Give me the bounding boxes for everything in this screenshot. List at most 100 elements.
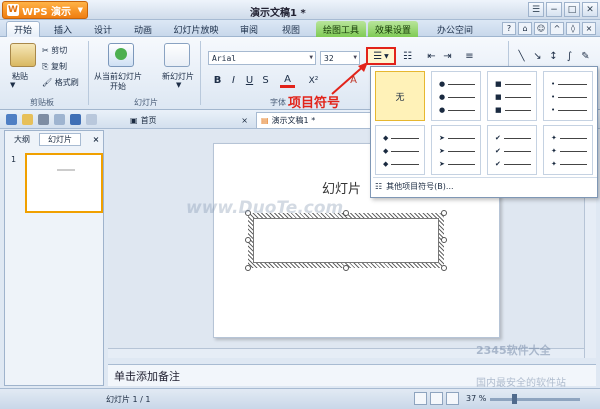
ribbon-restore-icon[interactable]: ◊	[566, 22, 580, 35]
divider	[373, 177, 597, 178]
minimize-button[interactable]: −	[546, 2, 562, 17]
resize-handle[interactable]	[343, 210, 349, 216]
slide-thumbnail[interactable]	[25, 153, 103, 213]
tab-slides[interactable]: 幻灯片	[39, 133, 81, 146]
bold-button[interactable]: B	[210, 73, 225, 88]
bullets-dropdown: 无 ● ● ● ■ ■ ■ • • • ◆ ◆ ◆ ➤ ➤ ➤ ✔ ✔ ✔ ✦ …	[370, 66, 598, 198]
resize-handle[interactable]	[245, 237, 251, 243]
format-painter-button[interactable]: 🖌 格式刷	[42, 77, 79, 88]
superscript-button[interactable]: X²	[306, 73, 321, 88]
resize-handle[interactable]	[441, 210, 447, 216]
tab-design[interactable]: 设计	[86, 21, 120, 37]
double-arrow-shape-icon[interactable]: ↕	[546, 49, 561, 64]
chevron-down-icon: ▼	[77, 6, 83, 14]
bullet-style-filled-square[interactable]: ■ ■ ■	[487, 71, 537, 121]
home-icon[interactable]: ⌂	[518, 22, 532, 35]
slideshow-view-button[interactable]	[446, 392, 459, 405]
freeform-shape-icon[interactable]: ✎	[578, 49, 593, 64]
increase-indent-icon[interactable]: ⇥	[440, 49, 455, 64]
decrease-indent-icon[interactable]: ⇤	[424, 49, 439, 64]
line-shape-icon[interactable]: ╲	[514, 49, 529, 64]
bullet-style-filled-circle[interactable]: ● ● ●	[431, 71, 481, 121]
play-icon	[115, 48, 127, 60]
save-icon[interactable]	[6, 114, 17, 125]
wps-menu-button[interactable]: W WPS 演示 ▼	[2, 1, 88, 19]
tab-office-space[interactable]: 办公空间	[430, 21, 480, 37]
format-painter-label: 格式刷	[54, 78, 79, 87]
bullet-style-diamond[interactable]: ◆ ◆ ◆	[375, 125, 425, 175]
slides-group-label: 幻灯片	[134, 98, 158, 107]
bullet-style-star[interactable]: ✦ ✦ ✦	[543, 125, 593, 175]
normal-view-button[interactable]	[414, 392, 427, 405]
divider	[88, 41, 89, 105]
start-label[interactable]: 开始	[110, 81, 126, 92]
user-icon[interactable]: ☺	[534, 22, 548, 35]
tab-view[interactable]: 视图	[274, 21, 308, 37]
zoom-slider-thumb[interactable]	[512, 394, 517, 404]
watermark-logo: 2345软件大全	[476, 344, 551, 357]
tab-slideshow[interactable]: 幻灯片放映	[168, 21, 224, 37]
bullet-style-checkmark[interactable]: ✔ ✔ ✔	[487, 125, 537, 175]
close-button[interactable]: ✕	[582, 2, 598, 17]
tab-effects[interactable]: 效果设置	[368, 21, 418, 37]
font-color-button[interactable]: A	[280, 73, 295, 88]
resize-handle[interactable]	[441, 265, 447, 271]
sorter-view-button[interactable]	[430, 392, 443, 405]
ribbon-minimize-icon[interactable]: ^	[550, 22, 564, 35]
tab-outline[interactable]: 大纲	[7, 133, 37, 146]
placeholder-body[interactable]	[253, 218, 439, 263]
font-name-value: Arial	[212, 53, 237, 63]
line-spacing-icon[interactable]: ≡	[462, 49, 477, 64]
numbering-icon[interactable]: ☷	[400, 49, 415, 64]
skin-icon[interactable]: ☰	[528, 2, 544, 17]
maximize-button[interactable]: □	[564, 2, 580, 17]
home-page-label: 首页	[140, 115, 157, 125]
help-icon[interactable]: ?	[502, 22, 516, 35]
italic-button[interactable]: I	[226, 73, 241, 88]
chevron-down-icon[interactable]: ▼	[10, 81, 15, 89]
zoom-slider[interactable]	[490, 398, 580, 401]
more-bullets-button[interactable]: ☷ 其他项目符号(B)...	[375, 181, 454, 192]
resize-handle[interactable]	[245, 265, 251, 271]
new-slide-icon[interactable]	[164, 43, 190, 67]
bullet-style-small-dot[interactable]: • • •	[543, 71, 593, 121]
redo-icon[interactable]	[86, 114, 97, 125]
bullet-style-arrow[interactable]: ➤ ➤ ➤	[431, 125, 481, 175]
close-icon[interactable]: ×	[241, 116, 248, 125]
arrow-shape-icon[interactable]: ↘	[530, 49, 545, 64]
tab-home[interactable]: 开始	[6, 21, 40, 37]
zoom-level: 37 %	[466, 394, 487, 403]
tab-document[interactable]: ▤ 演示文稿1 *	[256, 112, 374, 128]
undo-icon[interactable]	[70, 114, 81, 125]
paste-icon[interactable]	[10, 43, 36, 67]
window-title: 演示文稿1 *	[250, 8, 306, 19]
slide-title[interactable]: 幻灯片	[322, 178, 361, 197]
bullet-style-none[interactable]: 无	[375, 71, 425, 121]
divider	[200, 41, 201, 105]
copy-button[interactable]: ⎘ 复制	[42, 61, 67, 72]
shadow-button[interactable]: S	[258, 73, 273, 88]
bullet-none-label: 无	[395, 93, 405, 103]
underline-button[interactable]: U	[242, 73, 257, 88]
cut-button[interactable]: ✂ 剪切	[42, 45, 67, 56]
tab-drawing-tools[interactable]: 绘图工具	[316, 21, 366, 37]
chevron-down-icon[interactable]: ▼	[176, 81, 181, 89]
panel-close-button[interactable]: ×	[89, 133, 103, 146]
slide-thumb-number: 1	[11, 155, 17, 164]
ribbon-close-icon[interactable]: ×	[582, 22, 596, 35]
tab-review[interactable]: 审阅	[232, 21, 266, 37]
resize-handle[interactable]	[343, 265, 349, 271]
open-icon[interactable]	[22, 114, 33, 125]
curve-shape-icon[interactable]: ∫	[562, 49, 577, 64]
document-tab-label: 演示文稿1 *	[271, 116, 316, 125]
tab-home-page[interactable]: ▣ 首页 ×	[126, 112, 252, 128]
text-placeholder[interactable]	[248, 213, 444, 268]
slideshow-from-current-icon[interactable]	[108, 43, 134, 67]
tab-animation[interactable]: 动画	[126, 21, 160, 37]
tab-insert[interactable]: 插入	[46, 21, 80, 37]
status-bar: 幻灯片 1 / 1 37 %	[0, 388, 600, 409]
resize-handle[interactable]	[441, 237, 447, 243]
font-name-select[interactable]: Arial ▼	[208, 51, 316, 65]
preview-icon[interactable]	[54, 114, 65, 125]
print-icon[interactable]	[38, 114, 49, 125]
